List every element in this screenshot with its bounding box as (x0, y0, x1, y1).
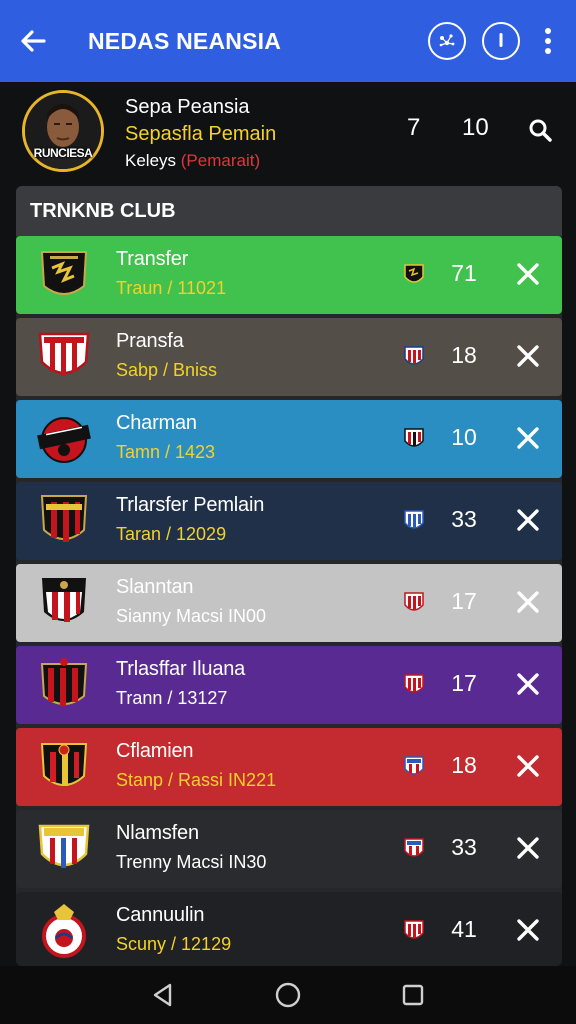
club-crest-icon (36, 328, 92, 386)
mini-crest-icon (403, 755, 425, 779)
remove-icon[interactable] (514, 834, 542, 862)
club-name: Trlasffar Iluana (116, 658, 246, 680)
team-crest-icon[interactable] (428, 22, 466, 60)
club-value: 17 (451, 588, 477, 614)
club-name: Transfer (116, 248, 189, 270)
mini-crest-icon (403, 837, 425, 861)
club-row[interactable]: Cannuulin Scuny / 12129 41 (16, 892, 562, 966)
club-name: Trlarsfer Pemlain (116, 494, 265, 516)
club-crest-icon (36, 820, 92, 878)
club-sub: Scuny / 12129 (116, 934, 232, 954)
player-team-suffix: (Pemarait) (180, 151, 261, 170)
club-value: 71 (451, 260, 477, 286)
remove-icon[interactable] (514, 588, 542, 616)
remove-icon[interactable] (514, 260, 542, 288)
club-crest-icon (36, 902, 92, 960)
club-row[interactable]: Transfer Traun / 11021 71 (16, 236, 562, 314)
club-crest-icon (36, 738, 92, 796)
club-sub: Trann / 13127 (116, 688, 228, 708)
remove-icon[interactable] (514, 506, 542, 534)
player-team: Keleys (Pemarait) (125, 151, 276, 171)
mini-crest-icon (403, 591, 425, 615)
nav-back-icon[interactable] (148, 980, 178, 1010)
more-vert-icon[interactable] (538, 22, 558, 60)
club-crest-icon (36, 656, 92, 714)
player-team-prefix: Keleys (125, 151, 177, 170)
mini-crest-icon (403, 673, 425, 697)
club-row[interactable]: Cflamien Stanp / Rassi IN221 18 (16, 728, 562, 806)
club-crest-icon (36, 246, 92, 304)
mini-crest-icon (403, 919, 425, 943)
panel-title: TRNKNB CLUB (16, 186, 562, 236)
mini-crest-icon (403, 263, 425, 287)
club-row[interactable]: Charman Tamn / 1423 10 (16, 400, 562, 478)
club-value: 33 (451, 834, 477, 860)
club-sub: Stanp / Rassi IN221 (116, 770, 277, 790)
club-name: Slanntan (116, 576, 194, 598)
club-sub: Trenny Macsi IN30 (116, 852, 267, 872)
club-value: 17 (451, 670, 477, 696)
club-crest-icon (36, 492, 92, 550)
club-value: 41 (451, 916, 477, 942)
back-arrow-icon[interactable] (20, 28, 46, 54)
remove-icon[interactable] (514, 752, 542, 780)
mini-crest-icon (403, 509, 425, 533)
club-sub: Sianny Macsi IN00 (116, 606, 267, 626)
club-row[interactable]: Trlasffar Iluana Trann / 13127 17 (16, 646, 562, 724)
club-sub: Tamn / 1423 (116, 442, 216, 462)
club-name: Pransfa (116, 330, 184, 352)
club-name: Nlamsfen (116, 822, 199, 844)
club-name: Cannuulin (116, 904, 205, 926)
player-stat-2: 10 (462, 114, 489, 141)
club-sub: Traun / 11021 (116, 278, 227, 298)
remove-icon[interactable] (514, 342, 542, 370)
club-value: 18 (451, 342, 477, 368)
app-title: NEDAS NEANSIA (88, 27, 282, 54)
club-row[interactable]: Pransfa Sabp / Bniss 18 (16, 318, 562, 396)
player-stat-1: 7 (407, 114, 421, 141)
club-sub: Taran / 12029 (116, 524, 227, 544)
search-icon[interactable] (528, 118, 552, 142)
mini-crest-icon (403, 427, 425, 451)
remove-icon[interactable] (514, 670, 542, 698)
club-sub: Sabp / Bniss (116, 360, 218, 380)
player-header: RUNCIESA Sepa Peansia Sepasfla Pemain Ke… (0, 82, 576, 182)
app-bar: NEDAS NEANSIA (0, 0, 576, 82)
club-crest-icon (36, 574, 92, 632)
club-value: 10 (451, 424, 477, 450)
club-row[interactable]: Nlamsfen Trenny Macsi IN30 33 (16, 810, 562, 888)
club-row[interactable]: Trlarsfer Pemlain Taran / 12029 33 (16, 482, 562, 560)
club-name: Cflamien (116, 740, 194, 762)
nav-home-icon[interactable] (273, 980, 303, 1010)
club-panel: TRNKNB CLUB Transfer Traun / 11021 71 Pr… (16, 186, 562, 966)
player-subtitle: Sepasfla Pemain (125, 123, 277, 145)
system-nav-bar (0, 966, 576, 1024)
club-name: Charman (116, 412, 197, 434)
mini-crest-icon (403, 345, 425, 369)
club-row[interactable]: Slanntan Sianny Macsi IN00 17 (16, 564, 562, 642)
player-name: Sepa Peansia (125, 96, 250, 118)
remove-icon[interactable] (514, 424, 542, 452)
club-crest-icon (36, 410, 92, 468)
remove-icon[interactable] (514, 916, 542, 944)
club-value: 33 (451, 506, 477, 532)
player-info: Sepa Peansia Sepasfla Pemain Keleys (Pem… (125, 96, 276, 171)
info-icon[interactable] (482, 22, 520, 60)
avatar-caption: RUNCIESA (33, 146, 93, 160)
nav-recents-icon[interactable] (398, 980, 428, 1010)
club-value: 18 (451, 752, 477, 778)
